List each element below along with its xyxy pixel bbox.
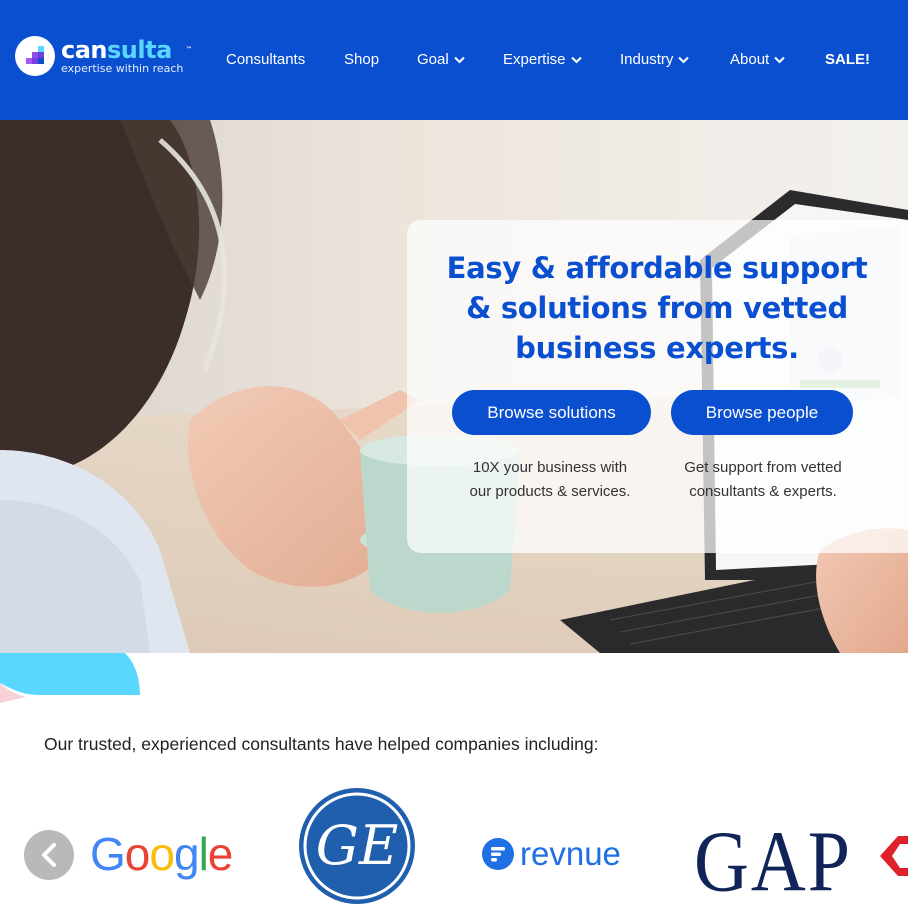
hero-title-line: business experts. <box>515 331 799 365</box>
hero-title-line: & solutions from vetted <box>466 291 848 325</box>
decorative-blob <box>0 653 140 703</box>
description-line: Get support from vetted <box>684 459 842 476</box>
chevron-down-icon <box>774 56 785 64</box>
nav-about[interactable]: About <box>730 50 785 70</box>
chevron-down-icon <box>678 56 690 64</box>
revnue-logo: revnue <box>482 836 621 872</box>
google-logo: Google <box>90 828 233 880</box>
nav-consultants[interactable]: Consultants <box>226 50 305 70</box>
hero-section: Easy & affordable support & solutions fr… <box>0 120 908 653</box>
solutions-description: 10X your business with our products & se… <box>447 456 653 504</box>
chevron-down-icon <box>453 56 465 64</box>
revnue-wordmark: revnue <box>520 835 621 872</box>
hero-card: Easy & affordable support & solutions fr… <box>407 220 908 553</box>
people-description: Get support from vetted consultants & ex… <box>661 456 865 504</box>
description-line: consultants & experts. <box>689 483 837 500</box>
trusted-heading: Our trusted, experienced consultants hav… <box>44 734 599 754</box>
nav-label: SALE! <box>825 51 870 68</box>
description-line: our products & services. <box>469 483 631 500</box>
nav-label: Industry <box>620 51 674 68</box>
nav-label: Expertise <box>503 51 566 68</box>
revnue-mark-icon <box>482 838 514 870</box>
nav-industry[interactable]: Industry <box>620 50 690 70</box>
hero-title-line: Easy & affordable support <box>446 251 868 285</box>
chevron-down-icon <box>570 56 582 64</box>
nav-label: Goal <box>417 51 449 68</box>
gap-logo: GAP <box>694 813 853 908</box>
nav-label: Shop <box>344 51 380 68</box>
nav-expertise[interactable]: Expertise <box>503 50 582 70</box>
description-line: 10X your business with <box>472 459 628 476</box>
hero-title: Easy & affordable support & solutions fr… <box>437 248 877 368</box>
svg-text:GE: GE <box>316 814 399 877</box>
site-header: cansulta ™ expertise within reach Consul… <box>0 0 908 120</box>
nav-goal[interactable]: Goal <box>417 50 465 70</box>
nav-label: About <box>730 51 770 68</box>
client-logo-carousel: Google GE revnue GAP <box>0 780 908 908</box>
browse-solutions-button[interactable]: Browse solutions <box>452 390 651 435</box>
button-label: Browse people <box>705 402 819 422</box>
button-label: Browse solutions <box>487 402 616 422</box>
nav-shop[interactable]: Shop <box>344 50 379 70</box>
main-nav: Consultants Shop Goal Expertise Industry… <box>0 0 908 120</box>
chevron-left-icon <box>42 843 56 867</box>
carousel-prev-button[interactable] <box>24 830 74 880</box>
partial-logo <box>880 836 908 876</box>
nav-sale[interactable]: SALE! <box>825 50 870 70</box>
browse-people-button[interactable]: Browse people <box>671 390 853 435</box>
nav-label: Consultants <box>226 51 306 68</box>
ge-logo: GE <box>299 788 415 904</box>
